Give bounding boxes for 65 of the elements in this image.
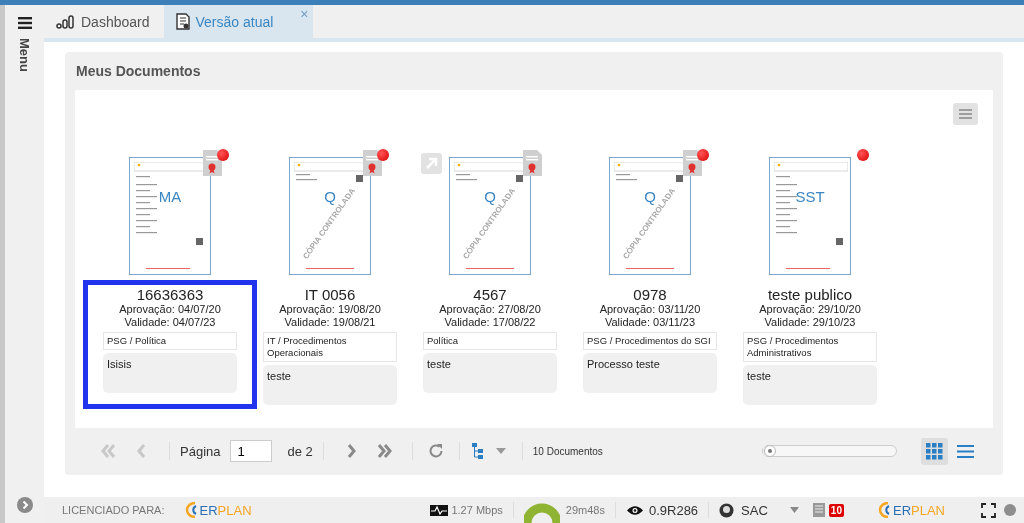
description-box: Isisis: [103, 353, 237, 393]
validity-date: Validade: 03/11/23: [604, 315, 696, 328]
category-label: IT / Procedimentos Operacionais: [263, 332, 397, 362]
menu-label[interactable]: Menu: [17, 38, 32, 72]
document-title[interactable]: 16636363: [136, 286, 204, 303]
page-total: de 2: [287, 443, 313, 459]
validity-date: Validade: 04/07/23: [124, 315, 216, 328]
document-thumbnail[interactable]: MA: [129, 157, 211, 275]
version-label: 0.9R286: [648, 502, 699, 518]
logo-text: ERPLAN: [199, 502, 252, 518]
gauge-icon: [523, 501, 560, 523]
page-field[interactable]: 1: [230, 440, 273, 462]
grid-view-button[interactable]: [921, 437, 948, 465]
slider-thumb[interactable]: [764, 445, 777, 457]
document-type-label: MA: [157, 188, 183, 205]
document-title[interactable]: teste publico: [767, 286, 853, 303]
validity-date: Validade: 19/08/21: [284, 315, 376, 328]
description-box: teste: [263, 365, 397, 405]
session-timer: 29m48s: [565, 504, 605, 516]
caret-icon[interactable]: [495, 448, 506, 454]
approval-date: Aprovação: 29/10/20: [759, 303, 861, 316]
validity-date: Validade: 17/08/22: [444, 315, 536, 328]
document-count: 10 Documentos: [532, 445, 603, 457]
tab[interactable]: Dashboard: [44, 5, 164, 38]
panel-title: Meus Documentos: [75, 62, 202, 81]
description-box: teste: [743, 365, 877, 405]
eye-icon: [625, 504, 644, 516]
swirl-logo-icon: [184, 502, 197, 518]
license-label: LICENCIADO PARA:: [62, 504, 165, 516]
fullscreen-icon[interactable]: [981, 502, 996, 518]
bar-chart-icon: [56, 14, 75, 29]
swirl-logo-icon: [877, 502, 890, 518]
document-title[interactable]: 4567: [473, 286, 507, 303]
approval-date: Aprovação: 03/11/20: [599, 303, 701, 316]
caret-icon[interactable]: [789, 507, 799, 513]
tree-view-icon[interactable]: [471, 443, 484, 459]
validity-date: Validade: 29/10/23: [764, 315, 856, 328]
zoom-slider[interactable]: [762, 445, 897, 457]
last-page-icon[interactable]: [375, 442, 394, 460]
page-label: Página: [180, 443, 221, 459]
category-label: PSG / Procedimentos do SGI: [583, 332, 717, 350]
document-icon: [175, 13, 190, 30]
network-speed: 1.27 Mbps: [451, 504, 503, 516]
document-title[interactable]: 0978: [633, 286, 667, 303]
document-icon[interactable]: [812, 503, 825, 517]
category-label: PSG / Procedimentos Administrativos: [743, 332, 877, 362]
notification-badge[interactable]: 10: [828, 503, 844, 517]
description-box: teste: [423, 353, 557, 393]
document-type-label: SST: [794, 188, 826, 205]
menu-icon[interactable]: [17, 17, 32, 29]
document-thumbnail[interactable]: SST: [769, 157, 851, 275]
user-icon: [719, 502, 735, 518]
expand-icon[interactable]: [16, 497, 33, 513]
logo-text: ERPLAN: [892, 502, 945, 518]
description-box: Processo teste: [583, 353, 717, 393]
support-label[interactable]: SAC: [741, 502, 768, 518]
document-title[interactable]: IT 0056: [304, 286, 356, 303]
category-label: PSG / Política: [103, 332, 237, 350]
approval-date: Aprovação: 27/08/20: [439, 303, 541, 316]
options-menu-icon[interactable]: [953, 103, 978, 125]
approval-date: Aprovação: 04/07/20: [119, 303, 221, 316]
approval-date: Aprovação: 19/08/20: [279, 303, 381, 316]
pulse-icon: [430, 504, 449, 516]
category-label: Política: [423, 332, 557, 350]
status-indicator-icon: [1004, 504, 1016, 516]
